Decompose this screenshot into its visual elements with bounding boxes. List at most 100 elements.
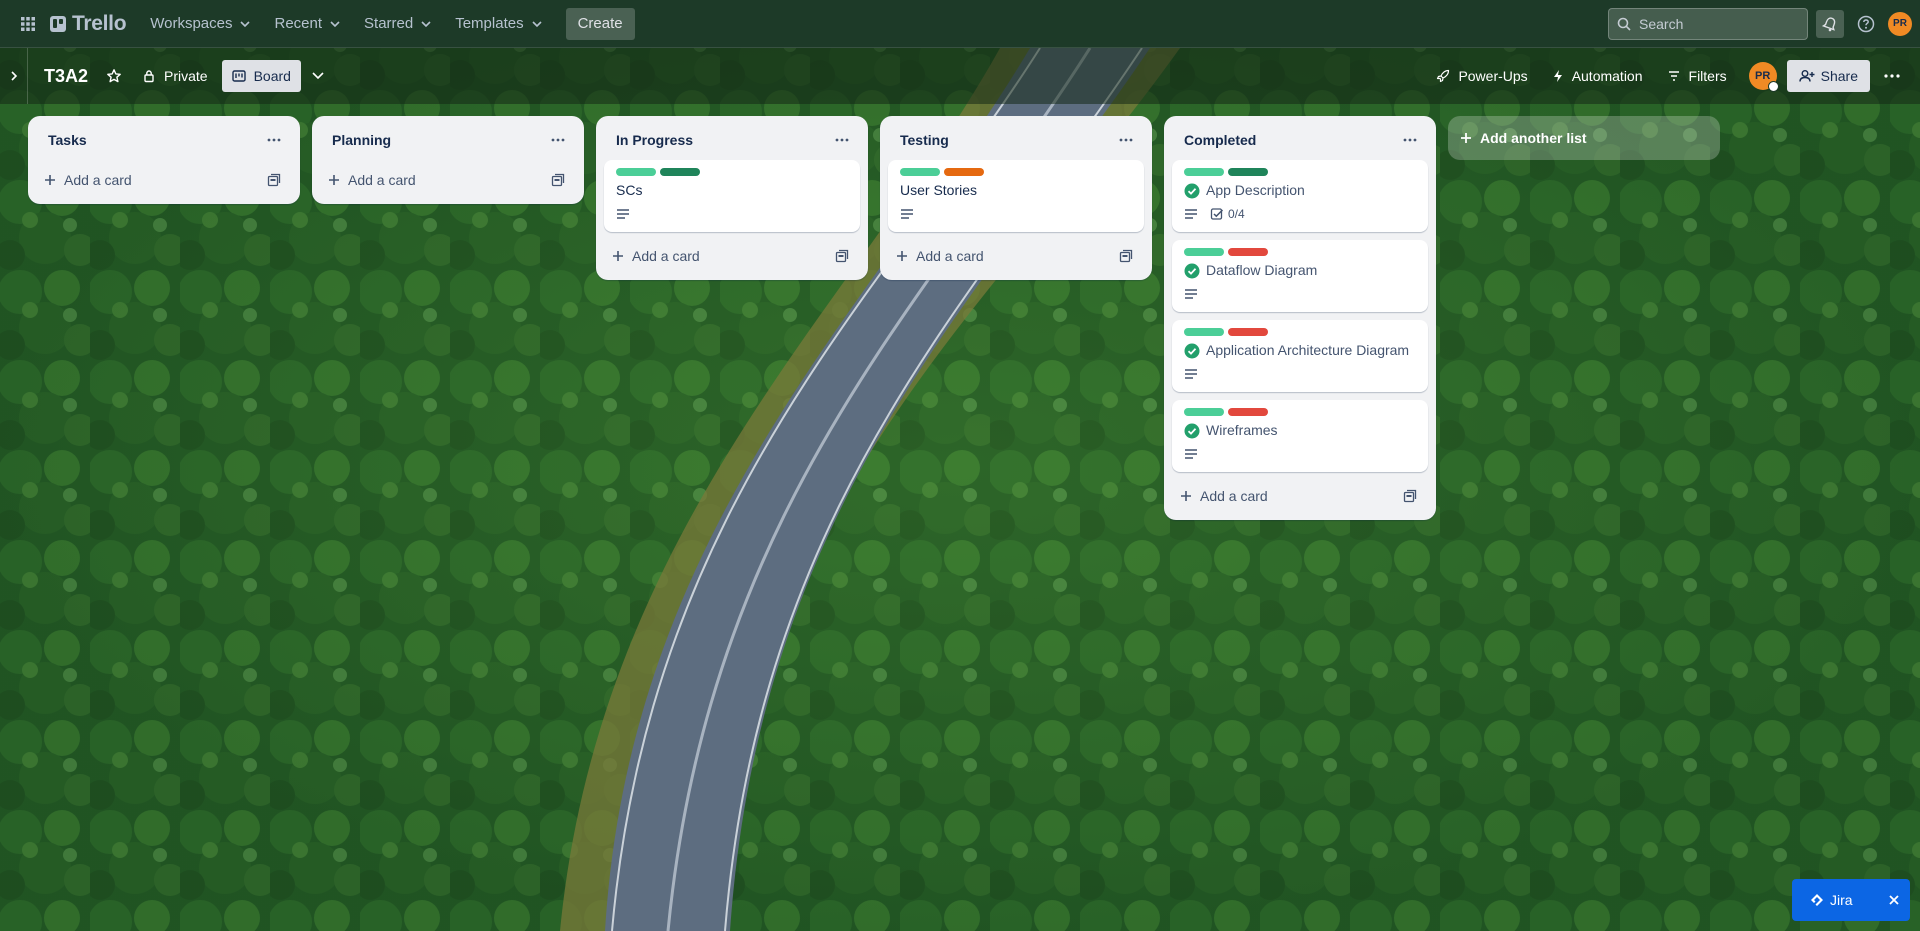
card[interactable]: User Stories <box>888 160 1144 232</box>
filters-button[interactable]: Filters <box>1657 60 1737 92</box>
close-icon[interactable] <box>1888 894 1900 906</box>
create-button[interactable]: Create <box>565 7 635 40</box>
completed-check-icon[interactable] <box>1184 423 1200 439</box>
jira-widget[interactable]: Jira <box>1792 879 1910 921</box>
board-menu-button[interactable] <box>1874 60 1910 92</box>
label-green[interactable] <box>1184 408 1224 416</box>
card[interactable]: App Description 0/4 <box>1172 160 1428 232</box>
add-card-button[interactable]: Add a card <box>896 248 984 264</box>
completed-check-icon[interactable] <box>1184 263 1200 279</box>
list-completed[interactable]: Completed App Description 0/4 Dataflow D… <box>1164 116 1436 520</box>
list-title[interactable]: Testing <box>900 132 949 148</box>
plus-icon <box>897 251 907 261</box>
add-card-label: Add a card <box>632 248 700 264</box>
workspaces-menu[interactable]: Workspaces <box>138 8 262 40</box>
list-testing[interactable]: Testing User Stories Add a card <box>880 116 1152 280</box>
list-actions-button[interactable] <box>1112 126 1140 154</box>
template-icon <box>1119 249 1133 263</box>
create-from-template-button[interactable] <box>1112 242 1140 270</box>
list-tasks[interactable]: Tasks Add a card <box>28 116 300 204</box>
completed-check-icon[interactable] <box>1184 183 1200 199</box>
create-from-template-button[interactable] <box>544 166 572 194</box>
switch-views-button[interactable] <box>301 60 335 92</box>
recent-menu[interactable]: Recent <box>262 8 352 40</box>
template-icon <box>551 173 565 187</box>
share-label: Share <box>1820 68 1858 84</box>
search-box[interactable] <box>1608 7 1808 40</box>
label-green[interactable] <box>616 168 656 176</box>
list-title[interactable]: In Progress <box>616 132 693 148</box>
add-card-row: Add a card <box>888 240 1144 272</box>
add-card-button[interactable]: Add a card <box>612 248 700 264</box>
card[interactable]: SCs <box>604 160 860 232</box>
card[interactable]: Application Architecture Diagram <box>1172 320 1428 392</box>
list-title[interactable]: Planning <box>332 132 391 148</box>
templates-menu[interactable]: Templates <box>443 8 553 40</box>
help-icon <box>1857 15 1875 32</box>
label-green[interactable] <box>1184 248 1224 256</box>
label-red[interactable] <box>1228 248 1268 256</box>
add-list-button[interactable]: Add another list <box>1448 116 1720 160</box>
trello-logo[interactable]: Trello <box>50 12 127 36</box>
board-view-button[interactable]: Board <box>221 60 301 92</box>
add-card-button[interactable]: Add a card <box>328 172 416 188</box>
card-title: App Description <box>1206 182 1305 198</box>
board-title[interactable]: T3A2 <box>36 66 96 87</box>
sidebar-toggle-button[interactable] <box>0 48 28 104</box>
create-from-template-button[interactable] <box>260 166 288 194</box>
list-actions-button[interactable] <box>828 126 856 154</box>
star-icon <box>107 69 121 83</box>
description-icon <box>901 209 913 219</box>
star-board-button[interactable] <box>96 60 132 92</box>
list-planning[interactable]: Planning Add a card <box>312 116 584 204</box>
description-icon <box>1185 289 1197 299</box>
create-from-template-button[interactable] <box>1396 482 1424 510</box>
jira-open-button[interactable]: Jira <box>1810 892 1853 908</box>
label-orange[interactable] <box>944 168 984 176</box>
list-actions-button[interactable] <box>260 126 288 154</box>
card[interactable]: Wireframes <box>1172 400 1428 472</box>
app-switcher-button[interactable] <box>12 8 44 40</box>
board-member-avatar[interactable]: PR <box>1748 62 1779 92</box>
help-button[interactable] <box>1852 10 1880 38</box>
card-badges <box>900 202 1132 226</box>
search-input[interactable] <box>1639 15 1789 32</box>
chevron-down-icon <box>421 20 431 27</box>
list-title[interactable]: Completed <box>1184 132 1256 148</box>
description-badge <box>1184 368 1198 380</box>
starred-menu[interactable]: Starred <box>352 8 443 40</box>
notifications-button[interactable] <box>1816 9 1844 38</box>
starred-menu-label: Starred <box>364 15 414 32</box>
template-icon <box>267 173 281 187</box>
description-icon <box>617 209 629 219</box>
share-button[interactable]: Share <box>1786 60 1870 92</box>
list-header: Completed <box>1172 124 1428 156</box>
add-list-label: Add another list <box>1480 130 1587 146</box>
add-card-button[interactable]: Add a card <box>44 172 132 188</box>
label-green[interactable] <box>1184 328 1224 336</box>
label-green[interactable] <box>1184 168 1224 176</box>
add-card-button[interactable]: Add a card <box>1180 488 1268 504</box>
label-dark-green[interactable] <box>1228 168 1268 176</box>
powerups-label: Power-Ups <box>1458 68 1528 84</box>
plus-icon <box>1461 133 1471 143</box>
add-card-label: Add a card <box>1200 488 1268 504</box>
automation-button[interactable]: Automation <box>1542 60 1653 92</box>
card[interactable]: Dataflow Diagram <box>1172 240 1428 312</box>
account-avatar[interactable]: PR <box>1888 11 1912 36</box>
label-green[interactable] <box>900 168 940 176</box>
label-dark-green[interactable] <box>660 168 700 176</box>
list-actions-button[interactable] <box>1396 126 1424 154</box>
checklist-count: 0/4 <box>1228 207 1245 221</box>
list-actions-button[interactable] <box>544 126 572 154</box>
powerups-button[interactable]: Power-Ups <box>1426 60 1537 92</box>
label-red[interactable] <box>1228 408 1268 416</box>
label-red[interactable] <box>1228 328 1268 336</box>
list-in-progress[interactable]: In Progress SCs Add a card <box>596 116 868 280</box>
create-from-template-button[interactable] <box>828 242 856 270</box>
card-title: SCs <box>616 182 643 198</box>
completed-check-icon[interactable] <box>1184 343 1200 359</box>
list-title[interactable]: Tasks <box>48 132 87 148</box>
visibility-button[interactable]: Private <box>132 60 218 92</box>
add-card-row: Add a card <box>1172 480 1428 512</box>
